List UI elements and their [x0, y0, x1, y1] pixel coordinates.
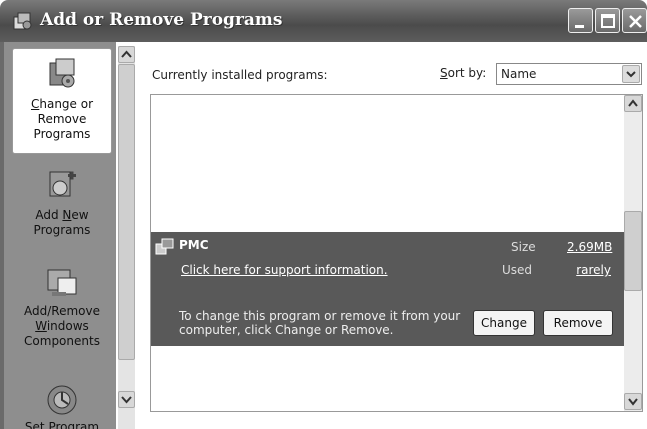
sidebar-item-windows-components[interactable]: Add/Remove Windows Components: [12, 264, 112, 364]
sidebar-item-label: Set Program: [24, 420, 100, 429]
size-value[interactable]: 2.69MB: [567, 240, 612, 254]
maximize-button[interactable]: [595, 8, 620, 33]
chevron-up-icon: [121, 50, 132, 58]
program-icon: [155, 238, 174, 255]
chevron-down-icon: [626, 71, 636, 78]
maximize-icon: [601, 14, 615, 28]
used-value[interactable]: rarely: [567, 263, 611, 277]
window-frame: Change or Remove Programs Add New Progra…: [0, 42, 647, 429]
sidebar-item-label: Add New Programs: [33, 208, 91, 237]
list-scroll-down-button[interactable]: [624, 393, 642, 410]
chevron-down-icon: [121, 396, 132, 404]
sidebar-item-label: Add/Remove Windows Components: [24, 304, 100, 348]
close-button[interactable]: [622, 8, 647, 33]
sidebar-item-add-new[interactable]: Add New Programs: [12, 166, 112, 246]
change-remove-instructions: To change this program or remove it from…: [179, 309, 461, 337]
set-program-icon: [47, 385, 77, 415]
list-scroll-up-button[interactable]: [624, 95, 642, 112]
program-name: PMC: [179, 238, 209, 252]
used-label: Used: [502, 263, 533, 277]
close-icon: [629, 15, 642, 28]
minimize-icon: [575, 25, 584, 28]
sort-by-value: Name: [501, 67, 537, 81]
support-info-link[interactable]: Click here for support information.: [181, 263, 388, 277]
window-title: Add or Remove Programs: [40, 10, 283, 30]
programs-window-icon: [13, 12, 32, 30]
programs-panel: Currently installed programs: Sort by: N…: [140, 42, 647, 429]
task-pane-scrollbar[interactable]: [118, 46, 135, 429]
sidebar-item-set-program[interactable]: Set Program: [12, 382, 112, 429]
list-scroll-thumb[interactable]: [624, 211, 642, 291]
chevron-down-icon: [628, 398, 638, 406]
chevron-up-icon: [628, 99, 638, 107]
size-label: Size: [511, 240, 536, 254]
sort-by-select[interactable]: Name: [496, 63, 642, 85]
minimize-button[interactable]: [568, 8, 593, 33]
sidebar-item-label: Change or Remove Programs: [30, 97, 94, 141]
sort-by-label: Sort by:: [440, 66, 487, 80]
scroll-down-button[interactable]: [118, 391, 135, 408]
add-new-icon: [49, 171, 76, 197]
scroll-up-button[interactable]: [118, 46, 135, 63]
task-pane: Change or Remove Programs Add New Progra…: [4, 42, 116, 429]
change-remove-icon: [49, 58, 75, 88]
windows-components-icon: [47, 269, 77, 296]
remove-button[interactable]: Remove: [543, 310, 613, 336]
title-bar[interactable]: Add or Remove Programs: [0, 0, 647, 42]
program-row-pmc[interactable]: PMC Click here for support information. …: [151, 232, 624, 346]
scroll-thumb[interactable]: [118, 64, 135, 360]
window-content: Change or Remove Programs Add New Progra…: [4, 42, 647, 429]
sidebar-item-change-remove[interactable]: Change or Remove Programs: [12, 48, 112, 154]
programs-list-scrollbar[interactable]: [624, 95, 642, 411]
installed-programs-label: Currently installed programs:: [152, 68, 328, 82]
change-button[interactable]: Change: [473, 310, 535, 336]
sort-dropdown-button[interactable]: [622, 65, 640, 83]
programs-list[interactable]: PMC Click here for support information. …: [150, 94, 643, 412]
